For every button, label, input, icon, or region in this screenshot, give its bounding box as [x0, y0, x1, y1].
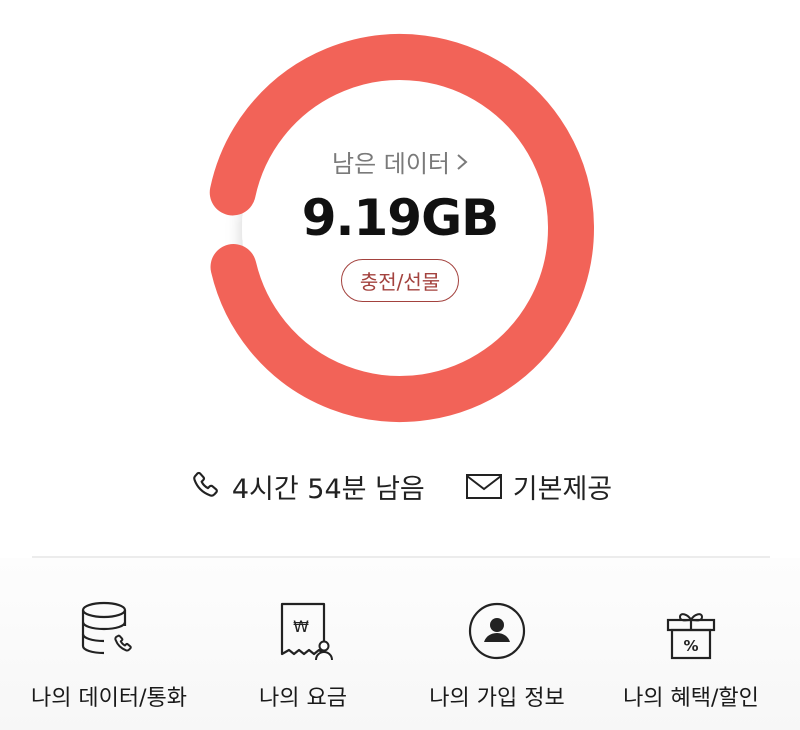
menu-my-data-call[interactable]: 나의 데이터/통화 — [14, 598, 204, 718]
svg-text:%: % — [683, 637, 698, 655]
remaining-data-amount: 9.19GB — [301, 189, 500, 247]
menu-label: 나의 혜택/할인 — [623, 686, 759, 711]
gauge-center: 남은 데이터 9.19GB 충전/선물 — [250, 130, 550, 330]
menu-my-benefits[interactable]: % 나의 혜택/할인 — [596, 598, 786, 718]
call-remaining-item: 4시간 54분 남음 — [188, 467, 425, 506]
data-usage-gauge: 남은 데이터 9.19GB 충전/선물 — [0, 0, 800, 440]
menu-label: 나의 가입 정보 — [429, 686, 565, 711]
sms-item: 기본제공 — [465, 467, 612, 506]
phone-icon — [193, 471, 218, 497]
remaining-data-label: 남은 데이터 — [331, 150, 451, 178]
call-remaining-text: 4시간 54분 남음 — [231, 473, 425, 505]
menu-my-subscription[interactable]: 나의 가입 정보 — [402, 598, 592, 718]
charge-gift-button[interactable]: 충전/선물 — [340, 259, 460, 302]
menu-label: 나의 요금 — [259, 686, 347, 711]
gift-percent-icon: % — [666, 613, 716, 660]
menu-label: 나의 데이터/통화 — [30, 686, 188, 711]
user-circle-icon — [468, 602, 526, 660]
chevron-right-icon — [457, 153, 468, 170]
menu-my-bill[interactable]: ₩ 나의 요금 — [208, 598, 398, 718]
sms-status-text: 기본제공 — [512, 473, 613, 505]
won-receipt-icon: ₩ — [280, 602, 333, 661]
remaining-data-link[interactable]: 남은 데이터 — [332, 144, 468, 179]
database-phone-icon — [81, 601, 132, 655]
svg-text:₩: ₩ — [293, 617, 309, 636]
call-sms-summary: 4시간 54분 남음 기본제공 — [0, 462, 800, 510]
envelope-icon — [465, 474, 502, 499]
quick-menu: 나의 데이터/통화 ₩ 나의 요금 나의 가입 정보 % 나의 혜택/할인 — [0, 598, 800, 718]
